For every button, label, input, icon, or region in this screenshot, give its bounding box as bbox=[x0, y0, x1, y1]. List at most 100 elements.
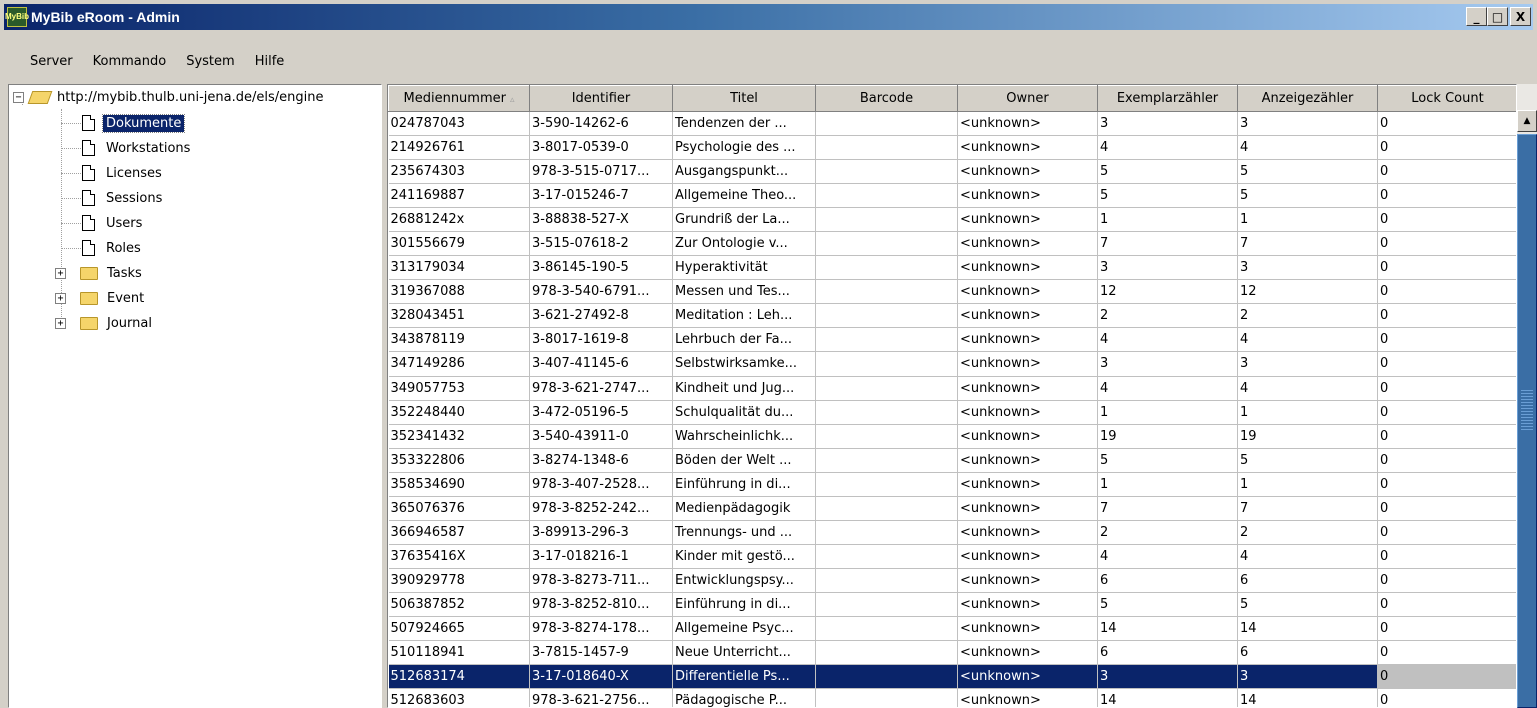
table-cell-exemplarzaehler[interactable]: 3 bbox=[1097, 111, 1238, 137]
table-cell-lock-count[interactable]: 0 bbox=[1377, 496, 1516, 521]
table-cell-identifier[interactable]: 3-540-43911-0 bbox=[529, 424, 673, 449]
table-cell-barcode[interactable] bbox=[815, 568, 958, 593]
table-cell-identifier[interactable]: 978-3-621-2756... bbox=[529, 688, 673, 707]
table-cell-lock-count[interactable]: 0 bbox=[1377, 664, 1516, 690]
table-row[interactable]: 235674303 978-3-515-0717... Ausgangspunkt.… bbox=[388, 159, 1516, 185]
table-cell-titel[interactable]: Hyperaktivität bbox=[672, 255, 816, 281]
table-cell-barcode[interactable] bbox=[815, 135, 958, 161]
table-cell-exemplarzaehler[interactable]: 6 bbox=[1097, 568, 1238, 593]
table-cell-lock-count[interactable]: 0 bbox=[1377, 135, 1516, 161]
collapse-icon[interactable]: − bbox=[13, 91, 24, 103]
table-cell-exemplarzaehler[interactable]: 2 bbox=[1097, 303, 1238, 329]
table-cell-owner[interactable]: <unknown> bbox=[957, 592, 1098, 617]
table-cell-titel[interactable]: Entwicklungspsy... bbox=[672, 568, 816, 593]
table-cell-titel[interactable]: Einführung in di... bbox=[672, 472, 816, 497]
table-cell-barcode[interactable] bbox=[815, 592, 958, 617]
table-cell-lock-count[interactable]: 0 bbox=[1377, 448, 1516, 473]
table-cell-identifier[interactable]: 978-3-8274-178... bbox=[529, 616, 673, 642]
table-cell-exemplarzaehler[interactable]: 5 bbox=[1097, 448, 1238, 473]
table-cell-barcode[interactable] bbox=[815, 544, 958, 569]
table-cell-mediennummer[interactable]: 37635416X bbox=[388, 544, 530, 569]
table-cell-barcode[interactable] bbox=[815, 616, 958, 642]
table-cell-exemplarzaehler[interactable]: 1 bbox=[1097, 400, 1238, 425]
table-cell-barcode[interactable] bbox=[815, 496, 958, 521]
table-cell-mediennummer[interactable]: 366946587 bbox=[388, 520, 530, 545]
tree-item-workstations[interactable]: Workstations bbox=[61, 136, 193, 160]
table-cell-titel[interactable]: Kinder mit gestö... bbox=[672, 544, 816, 569]
column-header-lock-count[interactable]: Lock Count bbox=[1377, 85, 1516, 112]
menu-server[interactable]: Server bbox=[4, 54, 85, 69]
table-cell-barcode[interactable] bbox=[815, 520, 958, 545]
table-cell-barcode[interactable] bbox=[815, 448, 958, 473]
table-cell-exemplarzaehler[interactable]: 3 bbox=[1097, 664, 1238, 690]
table-cell-lock-count[interactable]: 0 bbox=[1377, 640, 1516, 666]
table-cell-identifier[interactable]: 3-8017-0539-0 bbox=[529, 135, 673, 161]
table-cell-owner[interactable]: <unknown> bbox=[957, 424, 1098, 449]
table-cell-lock-count[interactable]: 0 bbox=[1377, 255, 1516, 281]
table-cell-exemplarzaehler[interactable]: 4 bbox=[1097, 544, 1238, 569]
table-cell-titel[interactable]: Meditation : Leh... bbox=[672, 303, 816, 329]
table-cell-mediennummer[interactable]: 26881242x bbox=[388, 207, 530, 233]
close-button[interactable]: X bbox=[1510, 7, 1531, 26]
table-cell-owner[interactable]: <unknown> bbox=[957, 640, 1098, 666]
table-cell-mediennummer[interactable]: 353322806 bbox=[388, 448, 530, 473]
table-cell-anzeigezaehler[interactable]: 2 bbox=[1237, 303, 1378, 329]
table-cell-exemplarzaehler[interactable]: 7 bbox=[1097, 231, 1238, 257]
column-header-identifier[interactable]: Identifier bbox=[529, 85, 673, 112]
table-cell-anzeigezaehler[interactable]: 4 bbox=[1237, 544, 1378, 569]
table-cell-mediennummer[interactable]: 313179034 bbox=[388, 255, 530, 281]
table-cell-titel[interactable]: Wahrscheinlichk... bbox=[672, 424, 816, 449]
table-row[interactable]: 328043451 3-621-27492-8 Meditation : Leh..… bbox=[388, 303, 1516, 329]
table-cell-exemplarzaehler[interactable]: 7 bbox=[1097, 496, 1238, 521]
table-row[interactable]: 390929778 978-3-8273-711... Entwicklungsps… bbox=[388, 568, 1516, 593]
table-row[interactable]: 512683174 3-17-018640-X Differentielle Ps.… bbox=[388, 664, 1516, 690]
table-cell-lock-count[interactable]: 0 bbox=[1377, 544, 1516, 569]
table-cell-mediennummer[interactable]: 390929778 bbox=[388, 568, 530, 593]
table-cell-titel[interactable]: Medienpädagogik bbox=[672, 496, 816, 521]
table-cell-mediennummer[interactable]: 358534690 bbox=[388, 472, 530, 497]
table-cell-anzeigezaehler[interactable]: 3 bbox=[1237, 351, 1378, 377]
table-cell-owner[interactable]: <unknown> bbox=[957, 616, 1098, 642]
table-cell-anzeigezaehler[interactable]: 5 bbox=[1237, 448, 1378, 473]
table-cell-titel[interactable]: Tendenzen der ... bbox=[672, 111, 816, 137]
table-cell-lock-count[interactable]: 0 bbox=[1377, 400, 1516, 425]
table-cell-mediennummer[interactable]: 241169887 bbox=[388, 183, 530, 209]
table-cell-identifier[interactable]: 978-3-407-2528... bbox=[529, 472, 673, 497]
table-cell-owner[interactable]: <unknown> bbox=[957, 520, 1098, 545]
table-row[interactable]: 358534690 978-3-407-2528... Einführung in … bbox=[388, 472, 1516, 497]
tree-item-event[interactable]: + Event bbox=[55, 286, 147, 310]
table-cell-anzeigezaehler[interactable]: 5 bbox=[1237, 183, 1378, 209]
table-cell-owner[interactable]: <unknown> bbox=[957, 111, 1098, 137]
table-row[interactable]: 26881242x 3-88838-527-X Grundriß der La...… bbox=[388, 207, 1516, 233]
table-cell-anzeigezaehler[interactable]: 14 bbox=[1237, 688, 1378, 707]
table-cell-exemplarzaehler[interactable]: 1 bbox=[1097, 207, 1238, 233]
table-cell-anzeigezaehler[interactable]: 12 bbox=[1237, 279, 1378, 305]
table-cell-owner[interactable]: <unknown> bbox=[957, 496, 1098, 521]
table-cell-exemplarzaehler[interactable]: 4 bbox=[1097, 135, 1238, 161]
table-cell-titel[interactable]: Messen und Tes... bbox=[672, 279, 816, 305]
table-cell-owner[interactable]: <unknown> bbox=[957, 135, 1098, 161]
table-cell-exemplarzaehler[interactable]: 2 bbox=[1097, 520, 1238, 545]
menu-kommando[interactable]: Kommando bbox=[85, 54, 179, 69]
table-cell-identifier[interactable]: 3-89913-296-3 bbox=[529, 520, 673, 545]
table-cell-lock-count[interactable]: 0 bbox=[1377, 279, 1516, 305]
table-cell-anzeigezaehler[interactable]: 6 bbox=[1237, 568, 1378, 593]
table-cell-exemplarzaehler[interactable]: 5 bbox=[1097, 183, 1238, 209]
table-cell-identifier[interactable]: 3-88838-527-X bbox=[529, 207, 673, 233]
table-cell-owner[interactable]: <unknown> bbox=[957, 568, 1098, 593]
table-cell-barcode[interactable] bbox=[815, 111, 958, 137]
table-cell-titel[interactable]: Trennungs- und ... bbox=[672, 520, 816, 545]
table-cell-owner[interactable]: <unknown> bbox=[957, 664, 1098, 690]
table-row[interactable]: 349057753 978-3-621-2747... Kindheit und J… bbox=[388, 376, 1516, 401]
table-cell-titel[interactable]: Schulqualität du... bbox=[672, 400, 816, 425]
table-cell-anzeigezaehler[interactable]: 14 bbox=[1237, 616, 1378, 642]
table-cell-owner[interactable]: <unknown> bbox=[957, 159, 1098, 185]
table-cell-barcode[interactable] bbox=[815, 207, 958, 233]
table-cell-barcode[interactable] bbox=[815, 424, 958, 449]
table-cell-barcode[interactable] bbox=[815, 159, 958, 185]
expand-icon[interactable]: + bbox=[55, 292, 66, 304]
table-cell-barcode[interactable] bbox=[815, 664, 958, 690]
table-row[interactable]: 365076376 978-3-8252-242... Medienpädagogi… bbox=[388, 496, 1516, 521]
table-cell-lock-count[interactable]: 0 bbox=[1377, 111, 1516, 137]
table-cell-titel[interactable]: Einführung in di... bbox=[672, 592, 816, 617]
